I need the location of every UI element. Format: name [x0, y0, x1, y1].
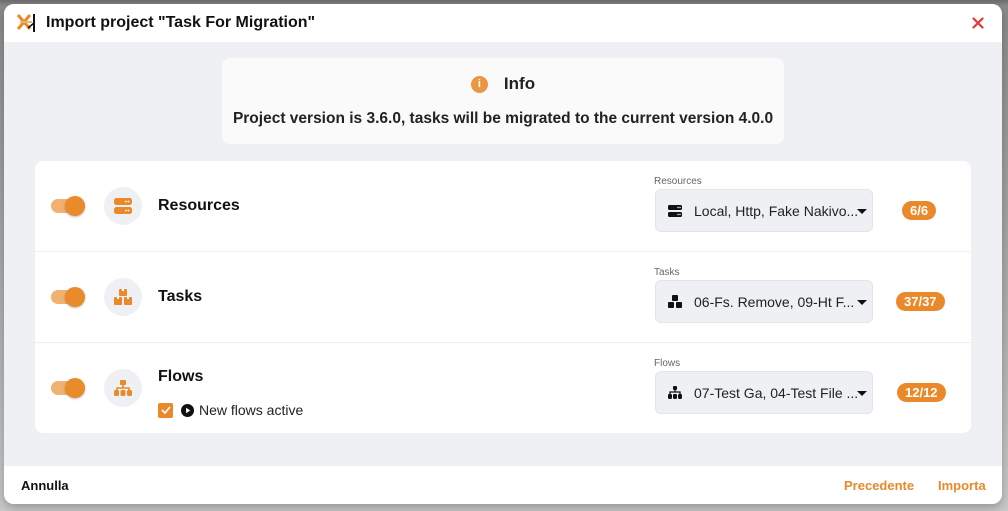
sitemap-icon: [668, 386, 682, 399]
tasks-icon-badge: [104, 278, 142, 316]
tasks-select-label: Tasks: [654, 267, 680, 278]
flows-select-value: 07-Test Ga, 04-Test File ...: [694, 384, 859, 401]
close-icon: [972, 17, 984, 29]
dialog-titlebar: Import project "Task For Migration": [4, 4, 1002, 42]
server-icon: [114, 198, 132, 214]
tasks-select[interactable]: 06-Fs. Remove, 09-Ht F...: [655, 280, 873, 323]
info-icon: i: [470, 75, 488, 93]
app-logo-icon: [16, 14, 35, 32]
info-card: i Info Project version is 3.6.0, tasks w…: [222, 58, 784, 144]
dialog-footer: Annulla Precedente Importa: [4, 466, 1002, 504]
chevron-down-icon: [857, 300, 867, 305]
chevron-down-icon: [857, 209, 867, 214]
section-row-tasks: Tasks Tasks 06-Fs. Remove, 09-Ht F... 37…: [35, 252, 971, 343]
sitemap-icon: [114, 380, 132, 396]
import-button[interactable]: Importa: [938, 478, 986, 493]
boxes-icon: [114, 289, 132, 305]
flows-select-label: Flows: [654, 358, 681, 369]
flows-icon-badge: [104, 369, 142, 407]
flows-toggle[interactable]: [51, 378, 87, 398]
new-flows-active-label: New flows active: [199, 402, 304, 418]
toggle-knob: [65, 196, 85, 216]
toggle-knob: [65, 287, 85, 307]
tasks-select-value: 06-Fs. Remove, 09-Ht F...: [694, 293, 855, 310]
boxes-icon: [668, 295, 682, 308]
info-message: Project version is 3.6.0, tasks will be …: [232, 110, 774, 127]
chevron-down-icon: [857, 391, 867, 396]
section-label-resources: Resources: [158, 197, 240, 214]
play-circle-icon: [181, 403, 194, 417]
server-icon: [668, 204, 682, 217]
resources-select[interactable]: Local, Http, Fake Nakivo...: [655, 189, 873, 232]
resources-select-value: Local, Http, Fake Nakivo...: [694, 202, 859, 219]
resources-toggle[interactable]: [51, 196, 87, 216]
new-flows-active-option: New flows active: [158, 402, 303, 418]
section-label-flows: Flows: [158, 368, 204, 385]
check-icon: [160, 406, 171, 414]
sections-panel: Resources Resources Local, Http, Fake Na…: [35, 161, 971, 433]
toggle-knob: [65, 378, 85, 398]
flows-count-badge: 12/12: [897, 383, 946, 402]
new-flows-active-checkbox[interactable]: [158, 402, 173, 418]
resources-icon-badge: [104, 187, 142, 225]
previous-button[interactable]: Precedente: [844, 478, 914, 493]
tasks-count-badge: 37/37: [896, 292, 945, 311]
dialog-title: Import project "Task For Migration": [46, 14, 316, 31]
resources-select-label: Resources: [654, 176, 702, 187]
cancel-button[interactable]: Annulla: [21, 478, 69, 493]
info-header: i Info: [470, 74, 536, 94]
tasks-toggle[interactable]: [51, 287, 87, 307]
section-row-resources: Resources Resources Local, Http, Fake Na…: [35, 161, 971, 252]
section-row-flows: Flows New flows active Flows 07-Test Ga,…: [35, 343, 971, 434]
flows-select[interactable]: 07-Test Ga, 04-Test File ...: [655, 371, 873, 414]
resources-count-badge: 6/6: [902, 201, 937, 220]
section-label-tasks: Tasks: [158, 288, 203, 305]
info-title: Info: [503, 74, 536, 93]
close-button[interactable]: [968, 13, 988, 33]
import-project-dialog: Import project "Task For Migration" i In…: [4, 4, 1002, 504]
